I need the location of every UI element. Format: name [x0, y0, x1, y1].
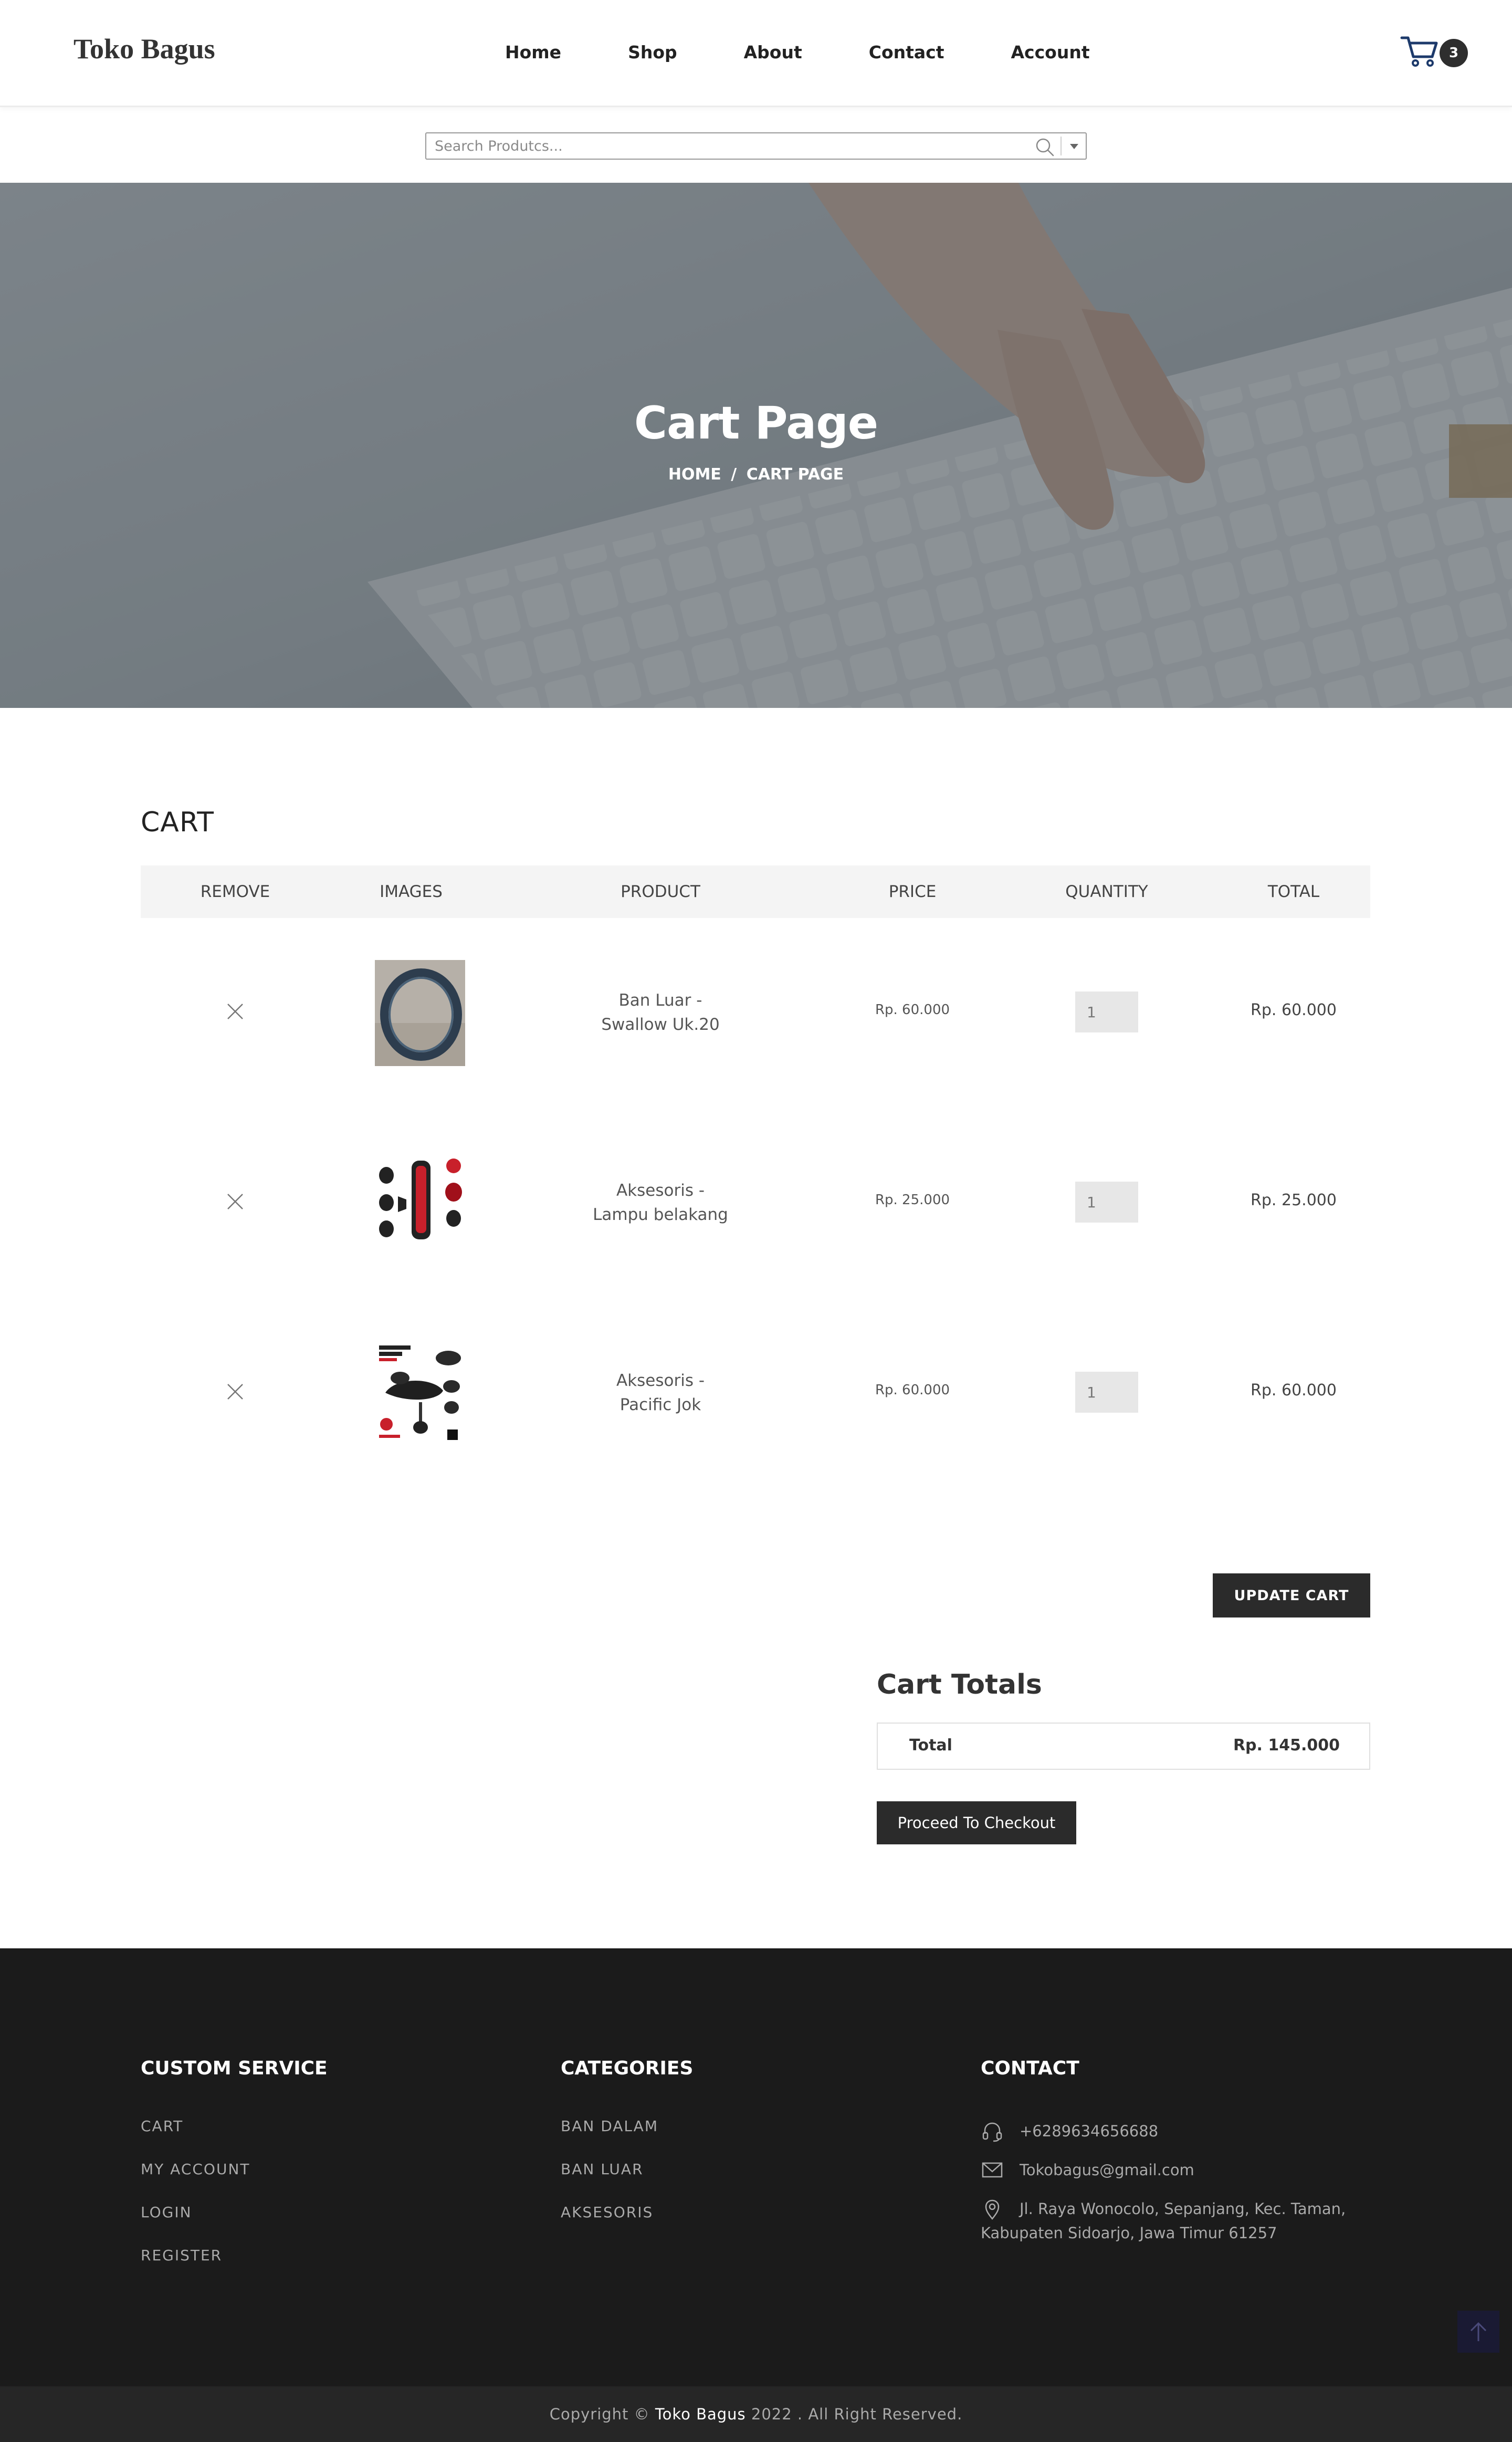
search-icon[interactable]	[1034, 137, 1055, 158]
product-image-tire[interactable]	[375, 960, 465, 1066]
column-header-remove: REMOVE	[200, 882, 270, 901]
product-image-rear-light[interactable]	[375, 1150, 465, 1256]
contact-address: Jl. Raya Wonocolo, Sepanjang, Kec. Taman…	[981, 2197, 1380, 2245]
column-header-total: TOTAL	[1267, 882, 1320, 901]
breadcrumb: HOME / CART PAGE	[0, 465, 1512, 484]
footer-link-ban-luar[interactable]: BAN LUAR	[561, 2162, 693, 2177]
envelope-icon	[982, 2162, 1003, 2178]
footer-service-title: CUSTOM SERVICE	[141, 2058, 328, 2079]
hero-banner: Cart Page HOME / CART PAGE	[0, 183, 1512, 708]
cart-totals-box: Total Rp. 145.000	[877, 1723, 1370, 1770]
footer-link-aksesoris[interactable]: AKSESORIS	[561, 2205, 693, 2220]
search-input[interactable]	[426, 133, 1035, 159]
contact-phone: +6289634656688	[981, 2119, 1380, 2143]
total-label: Total	[909, 1736, 952, 1755]
unit-price: Rp. 25.000	[875, 1192, 950, 1208]
chevron-down-icon[interactable]	[1070, 144, 1078, 149]
footer-contact-title: CONTACT	[981, 2058, 1079, 2079]
product-name-line1: Ban Luar -	[618, 991, 702, 1010]
page-title: Cart Page	[634, 397, 878, 450]
product-name[interactable]: Aksesoris - Lampu belakang	[492, 1178, 828, 1227]
unit-price: Rp. 60.000	[875, 1002, 950, 1018]
cart-icon	[1400, 36, 1438, 67]
close-icon[interactable]	[226, 1002, 245, 1021]
contact-phone-text: +6289634656688	[1020, 2122, 1159, 2140]
column-header-price: PRICE	[888, 882, 937, 901]
nav-contact[interactable]: Contact	[869, 42, 944, 62]
close-icon[interactable]	[226, 1382, 245, 1401]
footer-service-column: CUSTOM SERVICE CART MY ACCOUNT LOGIN REG…	[141, 2058, 328, 2291]
total-value: Rp. 145.000	[1233, 1736, 1340, 1755]
nav-about[interactable]: About	[744, 42, 802, 62]
contact-email-text[interactable]: Tokobagus@gmail.com	[1020, 2161, 1194, 2179]
quantity-input[interactable]	[1075, 1182, 1138, 1223]
copyright-brand[interactable]: Toko Bagus	[655, 2405, 746, 2423]
line-total: Rp. 60.000	[1251, 1001, 1337, 1019]
product-image-saddle[interactable]	[375, 1340, 465, 1446]
footer-link-cart[interactable]: CART	[141, 2119, 328, 2134]
cart-table-header: REMOVE IMAGES PRODUCT PRICE QUANTITY TOT…	[141, 865, 1370, 918]
product-name-line2: Swallow Uk.20	[601, 1015, 720, 1034]
headset-icon	[982, 2122, 1002, 2142]
cart-count-badge: 3	[1440, 39, 1468, 67]
nav-shop[interactable]: Shop	[628, 42, 677, 62]
column-header-images: IMAGES	[380, 882, 443, 901]
cart-heading: CART	[141, 807, 214, 838]
line-total: Rp. 25.000	[1251, 1191, 1337, 1209]
product-name[interactable]: Ban Luar - Swallow Uk.20	[492, 988, 828, 1037]
table-row: Aksesoris - Lampu belakang Rp. 25.000 Rp…	[141, 1108, 1370, 1298]
line-total: Rp. 60.000	[1251, 1381, 1337, 1400]
site-header: Toko Bagus Home Shop About Contact Accou…	[0, 0, 1512, 107]
breadcrumb-separator: /	[731, 465, 737, 484]
site-footer: CUSTOM SERVICE CART MY ACCOUNT LOGIN REG…	[0, 1948, 1512, 2386]
product-name-line2: Pacific Jok	[620, 1395, 701, 1414]
footer-categories-column: CATEGORIES BAN DALAM BAN LUAR AKSESORIS	[561, 2058, 693, 2248]
copyright-bar: Copyright © Toko Bagus 2022 . All Right …	[0, 2386, 1512, 2442]
product-name-line2: Lampu belakang	[593, 1205, 728, 1224]
quantity-input[interactable]	[1075, 1372, 1138, 1413]
footer-link-ban-dalam[interactable]: BAN DALAM	[561, 2119, 693, 2134]
search-bar	[425, 132, 1087, 160]
quantity-input[interactable]	[1075, 992, 1138, 1032]
column-header-product: PRODUCT	[621, 882, 700, 901]
cart-table: REMOVE IMAGES PRODUCT PRICE QUANTITY TOT…	[141, 865, 1370, 1488]
contact-email: Tokobagus@gmail.com	[981, 2158, 1380, 2182]
footer-contact-column: CONTACT +6289634656688 Tokobagus@gmail.c…	[981, 2058, 1380, 2260]
footer-link-register[interactable]: REGISTER	[141, 2248, 328, 2263]
copyright-prefix: Copyright ©	[549, 2405, 650, 2423]
update-cart-button[interactable]: UPDATE CART	[1213, 1573, 1370, 1617]
cart-totals-heading: Cart Totals	[877, 1669, 1042, 1700]
breadcrumb-home[interactable]: HOME	[668, 465, 721, 484]
footer-link-my-account[interactable]: MY ACCOUNT	[141, 2162, 328, 2177]
product-name[interactable]: Aksesoris - Pacific Jok	[492, 1369, 828, 1417]
proceed-to-checkout-button[interactable]: Proceed To Checkout	[877, 1801, 1076, 1844]
footer-link-login[interactable]: LOGIN	[141, 2205, 328, 2220]
cart-button[interactable]: 3	[1400, 34, 1468, 70]
table-row: Ban Luar - Swallow Uk.20 Rp. 60.000 Rp. …	[141, 918, 1370, 1108]
nav-account[interactable]: Account	[1011, 42, 1090, 62]
search-divider	[1060, 137, 1062, 155]
breadcrumb-current: CART PAGE	[746, 465, 844, 484]
unit-price: Rp. 60.000	[875, 1382, 950, 1398]
copyright-suffix: 2022 . All Right Reserved.	[751, 2405, 963, 2423]
column-header-quantity: QUANTITY	[1065, 882, 1148, 901]
site-logo[interactable]: Toko Bagus	[74, 33, 215, 65]
product-name-line1: Aksesoris -	[616, 1181, 705, 1200]
footer-categories-title: CATEGORIES	[561, 2058, 694, 2079]
back-to-top-button[interactable]	[1457, 2311, 1499, 2353]
map-pin-icon	[985, 2199, 1000, 2220]
table-row: Aksesoris - Pacific Jok Rp. 60.000 Rp. 6…	[141, 1298, 1370, 1488]
main-nav: Home Shop About Contact Account	[505, 42, 1090, 62]
product-name-line1: Aksesoris -	[616, 1371, 705, 1390]
close-icon[interactable]	[226, 1192, 245, 1211]
contact-address-text: Jl. Raya Wonocolo, Sepanjang, Kec. Taman…	[981, 2200, 1346, 2242]
nav-home[interactable]: Home	[505, 42, 561, 62]
arrow-up-icon	[1470, 2322, 1487, 2341]
